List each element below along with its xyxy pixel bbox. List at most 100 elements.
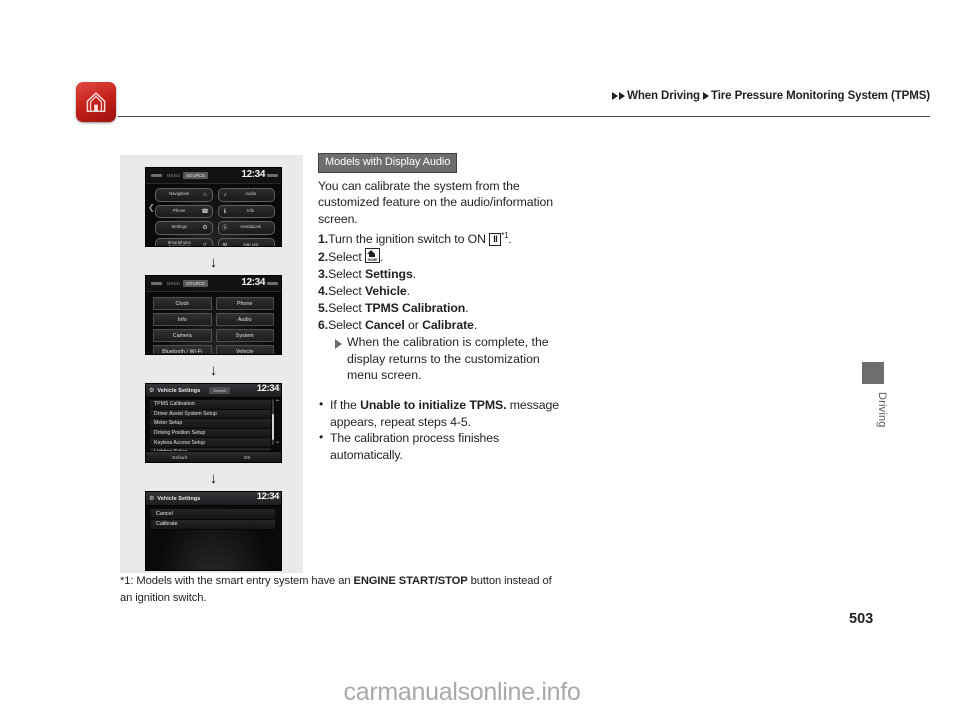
home-icon-label: HOME <box>367 257 378 262</box>
breadcrumb-level-2[interactable]: Tire Pressure Monitoring System (TPMS) <box>711 90 930 102</box>
vehicle-settings-clock: 12:34 <box>256 383 280 394</box>
da-button-audio-label: Audio <box>245 191 257 197</box>
footnote-bold: ENGINE START/STOP <box>353 575 468 587</box>
bullet-1-pre: If the <box>330 398 361 413</box>
da-left-pill <box>151 174 162 177</box>
settings-item-camera[interactable]: Camera <box>153 329 212 342</box>
chevron-up-icon[interactable]: ⌃ <box>275 400 280 406</box>
list-item[interactable]: TPMS Calibration <box>150 400 271 410</box>
breadcrumb-level-1[interactable]: When Driving <box>627 90 700 102</box>
site-watermark: carmanualsonline.info <box>343 678 581 706</box>
da-button-phone[interactable]: Phone ☎ <box>155 204 213 218</box>
bullet-1-message: Unable to initialize TPMS. <box>360 398 507 413</box>
calibrate-option[interactable]: Calibrate <box>151 519 275 530</box>
da-button-audio[interactable]: Audio ♪ <box>217 188 275 202</box>
breadcrumb-arrow-3 <box>702 92 709 100</box>
flow-arrow-2: ↓ <box>209 362 218 379</box>
step-6-number: 6. <box>318 318 329 333</box>
step-5-number: 5. <box>318 301 329 316</box>
step-6-target-calibrate: Calibrate <box>422 318 474 333</box>
da-button-info-label: Info <box>247 207 255 213</box>
bullet-item: If the Unable to initialize TPMS. messag… <box>318 396 568 430</box>
page-number: 503 <box>849 611 874 627</box>
da-button-hondalink-label: HondaLink <box>240 224 261 230</box>
scrollbar-thumb[interactable] <box>271 414 274 440</box>
step-2-period: . <box>379 250 384 265</box>
driver-profile-badge[interactable]: Driver2 <box>209 387 231 394</box>
phone-icon: ☎ <box>201 208 209 215</box>
da-button-info[interactable]: Info ℹ <box>217 204 275 218</box>
step-6-conjunction: or <box>404 318 423 333</box>
ok-button[interactable]: OK <box>214 452 282 462</box>
screen-3-stem <box>212 462 216 463</box>
da-page-dots: · · · · · <box>198 238 229 243</box>
flow-arrow-1: ↓ <box>209 254 218 271</box>
settings-item-system[interactable]: System <box>215 329 274 342</box>
step-1-period: . <box>508 232 512 247</box>
settings-right-pill <box>267 282 278 285</box>
settings-item-vehicle[interactable]: Vehicle <box>215 345 274 354</box>
step-5: 5.Select TPMS Calibration. <box>318 300 568 317</box>
intro-paragraph: You can calibrate the system from the cu… <box>318 178 553 226</box>
da-right-pill <box>267 174 278 177</box>
tpms-screen-title: Vehicle Settings <box>157 495 201 502</box>
settings-menu-screen: MENU SOURCE 12:34 Clock Info Camera Blue… <box>145 275 282 355</box>
navigation-icon: ⌂ <box>203 191 207 198</box>
settings-item-info[interactable]: Info <box>153 313 212 326</box>
list-item[interactable]: Driving Position Setup <box>150 428 271 439</box>
settings-left-column: Clock Info Camera Bluetooth / Wi-Fi Smar… <box>153 297 212 354</box>
figure-column: MENU SOURCE 12:34 ❮ Navigation ⌂ Phone ☎ <box>120 155 303 573</box>
step-4: 4.Select Vehicle. <box>318 283 568 300</box>
da-clock: 12:34 <box>241 169 265 180</box>
da-menu-label[interactable]: MENU <box>167 173 180 178</box>
chevron-down-icon[interactable]: ⌄ <box>275 439 280 445</box>
settings-item-clock[interactable]: Clock <box>153 297 212 310</box>
gear-icon: ⚙ <box>202 225 208 232</box>
step-5-period: . <box>465 301 469 316</box>
settings-item-audio[interactable]: Audio <box>215 313 274 326</box>
list-item[interactable]: Keyless Access Setup <box>150 438 271 448</box>
step-3-target: Settings <box>364 267 413 282</box>
step-3-text: Select <box>328 267 365 282</box>
section-tab-marker <box>862 362 884 384</box>
home-icon <box>84 90 108 114</box>
step-2-number: 2. <box>318 250 329 265</box>
gear-icon: ⚙ <box>149 496 155 502</box>
list-item[interactable]: Meter Setup <box>150 419 271 429</box>
settings-right-column: Phone Audio System Vehicle <box>215 297 274 354</box>
step-3-period: . <box>412 267 417 282</box>
section-tab-label: Driving <box>876 392 888 428</box>
da-button-settings[interactable]: Settings ⚙ <box>155 221 213 235</box>
cancel-option[interactable]: Cancel <box>151 509 275 520</box>
settings-source-label[interactable]: SOURCE <box>183 280 209 287</box>
sub-note-arrow-icon <box>335 339 342 350</box>
step-6-period: . <box>473 318 478 333</box>
bullet-item: The calibration process finishes automat… <box>318 429 568 463</box>
music-note-icon: ♪ <box>223 191 227 198</box>
vehicle-settings-footer-bar: Default OK <box>146 451 281 462</box>
settings-item-phone[interactable]: Phone <box>215 297 274 310</box>
vehicle-settings-title-bar: ⚙ Vehicle Settings Driver2 12:34 <box>146 384 281 398</box>
vehicle-settings-title: Vehicle Settings <box>157 387 201 394</box>
list-item[interactable]: Driver Assist System Setup <box>150 409 271 420</box>
footnote: *1: Models with the smart entry system h… <box>120 573 560 606</box>
settings-item-bluetooth-wifi[interactable]: Bluetooth / Wi-Fi <box>153 345 212 354</box>
da-prev-page-chevron[interactable]: ❮ <box>148 204 155 212</box>
settings-menu-label[interactable]: MENU <box>167 281 180 286</box>
vehicle-settings-list: TPMS Calibration Driver Assist System Se… <box>146 398 281 458</box>
screen-2-stem <box>212 354 216 355</box>
step-6-text: Select <box>328 318 365 333</box>
vehicle-settings-list-screen: ⚙ Vehicle Settings Driver2 12:34 TPMS Ca… <box>145 383 282 463</box>
figure-screen-3: ⚙ Vehicle Settings Driver2 12:34 TPMS Ca… <box>145 383 282 463</box>
step-6: 6.Select Cancel or Calibrate. <box>318 317 568 334</box>
da-button-hondalink[interactable]: HondaLink ⓗ <box>217 221 275 235</box>
breadcrumb: When Driving Tire Pressure Monitoring Sys… <box>612 90 930 102</box>
da-button-navigation[interactable]: Navigation ⌂ <box>155 188 213 202</box>
default-button[interactable]: Default <box>146 452 214 462</box>
step-4-number: 4. <box>318 284 329 299</box>
settings-left-pill <box>151 282 162 285</box>
flow-arrow-3: ↓ <box>209 470 218 487</box>
step-1: 1.Turn the ignition switch to ON II *1. <box>318 227 568 248</box>
da-source-label[interactable]: SOURCE <box>183 172 209 179</box>
home-button[interactable] <box>76 82 116 122</box>
